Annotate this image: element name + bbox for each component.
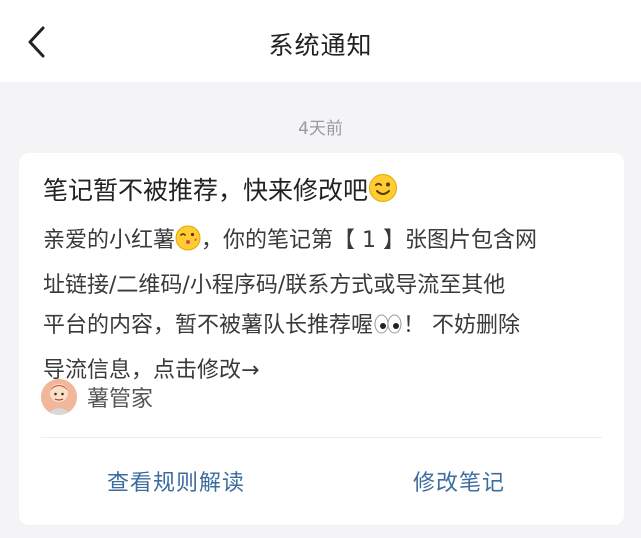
kissing-face-icon [175,225,201,266]
divider [41,437,602,438]
notification-card: 笔记暂不被推荐，快来修改吧 亲爱的小红薯 ，你的笔记第【 1 】张图片包含网 址… [19,153,624,525]
eyes-icon [373,310,403,351]
notification-timestamp: 4天前 [298,119,343,139]
body-text: 亲爱的小红薯 [43,228,176,253]
body-text: ！ 不妨删除 [403,313,521,338]
edit-note-button[interactable]: 修改笔记 [413,465,505,497]
body-line: 亲爱的小红薯 ，你的笔记第【 1 】张图片包含网 [43,221,603,266]
app-header: 系统通知 [0,0,641,82]
sender-name: 薯管家 [87,387,154,412]
page-title: 系统通知 [268,31,373,60]
sender[interactable]: 薯管家 [41,378,153,416]
notification-body: 亲爱的小红薯 ，你的笔记第【 1 】张图片包含网 址链接/二维码/小程序码/联系… [43,221,603,391]
notification-title: 笔记暂不被推荐，快来修改吧 [43,173,604,212]
notification-title-text: 笔记暂不被推荐，快来修改吧 [43,176,369,205]
body-line: 址链接/二维码/小程序码/联系方式或导流至其他 [43,272,506,298]
winking-face-icon [368,173,398,212]
body-line: 平台的内容，暂不被薯队长推荐喔 ！ 不妨删除 [43,306,603,351]
body-text: 平台的内容，暂不被薯队长推荐喔 [43,313,374,338]
view-rules-button[interactable]: 查看规则解读 [107,465,245,497]
body-text: ，你的笔记第【 1 】张图片包含网 [201,228,538,253]
avatar-icon [41,379,77,415]
